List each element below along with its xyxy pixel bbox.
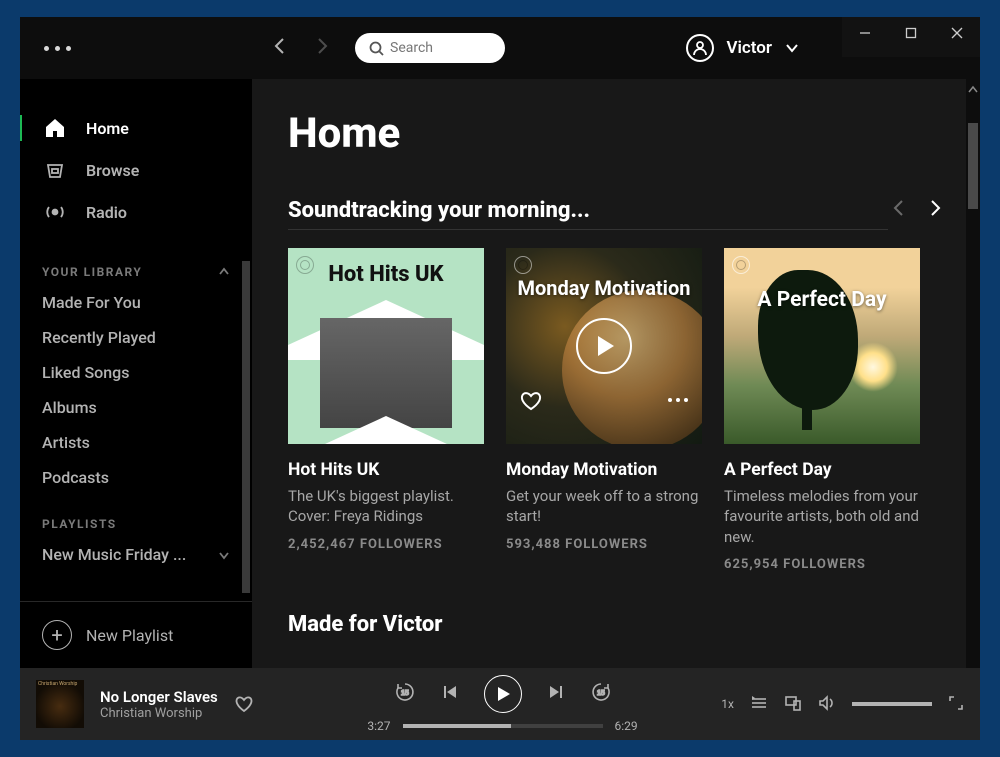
chevron-down-icon[interactable] xyxy=(218,549,230,561)
home-icon xyxy=(42,117,68,139)
sidebar-nav-home[interactable]: Home xyxy=(20,107,252,149)
progress-bar[interactable] xyxy=(403,724,603,728)
card-followers: 2,452,467 FOLLOWERS xyxy=(288,537,484,552)
card-title: Monday Motivation xyxy=(506,460,702,480)
top-bar: Search Victor xyxy=(20,17,980,79)
next-track-button[interactable] xyxy=(548,684,564,704)
user-name: Victor xyxy=(726,38,772,58)
now-playing-info: No Longer Slaves Christian Worship xyxy=(100,688,218,721)
main-scrollbar-track[interactable] xyxy=(966,79,980,668)
sidebar-nav-radio[interactable]: Radio xyxy=(20,191,252,233)
library-header: YOUR LIBRARY xyxy=(20,243,252,285)
section-header: Made for Victor xyxy=(288,612,944,637)
search-placeholder: Search xyxy=(390,40,433,56)
card-title: A Perfect Day xyxy=(724,460,920,480)
library-item-artists[interactable]: Artists xyxy=(20,425,252,460)
scroll-up-icon[interactable] xyxy=(968,85,978,95)
playlist-card[interactable]: A Perfect Day A Perfect Day Timeless mel… xyxy=(724,248,920,572)
sidebar-item-label: Browse xyxy=(86,161,139,180)
playlist-card[interactable]: Hot Hits UK Hot Hits UK The UK's biggest… xyxy=(288,248,484,572)
user-avatar-icon xyxy=(686,34,714,62)
history-nav xyxy=(271,37,331,59)
now-playing-art[interactable]: Christian Worship xyxy=(36,680,84,728)
card-description: Timeless melodies from your favourite ar… xyxy=(724,486,920,547)
nav-forward-button[interactable] xyxy=(313,37,331,59)
svg-text:15: 15 xyxy=(597,690,605,697)
nav-back-button[interactable] xyxy=(271,37,289,59)
search-input[interactable]: Search xyxy=(355,33,505,63)
playlist-cover: A Perfect Day xyxy=(724,248,920,444)
fullscreen-button[interactable] xyxy=(948,695,964,714)
divider xyxy=(288,229,888,230)
app-window: Search Victor Home xyxy=(20,17,980,740)
player-center: 15 15 3:27 6:29 xyxy=(300,675,706,733)
svg-text:15: 15 xyxy=(401,690,409,697)
play-button[interactable] xyxy=(576,318,632,374)
total-time: 6:29 xyxy=(615,719,638,733)
library-item-made-for-you[interactable]: Made For You xyxy=(20,285,252,320)
window-close-button[interactable] xyxy=(934,17,980,49)
card-row: Hot Hits UK Hot Hits UK The UK's biggest… xyxy=(288,248,944,572)
playlist-cover: Monday Motivation xyxy=(506,248,702,444)
spotify-icon xyxy=(514,256,532,274)
play-pause-button[interactable] xyxy=(484,675,522,713)
sidebar-scrollbar-thumb[interactable] xyxy=(242,261,250,593)
chevron-down-icon xyxy=(784,40,800,56)
playlist-item[interactable]: New Music Friday ... xyxy=(20,537,252,572)
heart-icon[interactable] xyxy=(520,390,542,412)
volume-slider[interactable] xyxy=(852,702,932,706)
window-controls xyxy=(842,17,980,57)
track-title[interactable]: No Longer Slaves xyxy=(100,688,218,706)
devices-button[interactable] xyxy=(784,694,802,715)
forward-15-button[interactable]: 15 xyxy=(590,681,612,707)
menu-dots-icon[interactable] xyxy=(44,46,71,51)
section-header: Soundtracking your morning... xyxy=(288,198,944,223)
library-item-liked-songs[interactable]: Liked Songs xyxy=(20,355,252,390)
playlist-cover: Hot Hits UK xyxy=(288,248,484,444)
chevron-up-icon[interactable] xyxy=(218,266,230,278)
card-title: Hot Hits UK xyxy=(288,460,484,480)
track-artist[interactable]: Christian Worship xyxy=(100,706,218,721)
playback-speed-button[interactable]: 1x xyxy=(721,697,734,711)
player-bar: Christian Worship No Longer Slaves Chris… xyxy=(20,668,980,740)
library-item-albums[interactable]: Albums xyxy=(20,390,252,425)
sidebar: Home Browse Radio YOUR LIBRARY Made Fo xyxy=(20,79,252,668)
carousel-next-button[interactable] xyxy=(926,198,944,223)
playlist-card[interactable]: Monday Motivation Monday Motivation Get … xyxy=(506,248,702,572)
plus-circle-icon: + xyxy=(42,620,72,650)
card-description: The UK's biggest playlist. Cover: Freya … xyxy=(288,486,484,527)
sidebar-item-label: Radio xyxy=(86,203,127,222)
main-content: Home Soundtracking your morning... xyxy=(252,79,980,668)
card-description: Get your week off to a strong start! xyxy=(506,486,702,527)
window-minimize-button[interactable] xyxy=(842,17,888,49)
card-followers: 625,954 FOLLOWERS xyxy=(724,557,920,572)
volume-button[interactable] xyxy=(818,694,836,715)
playlists-header: PLAYLISTS xyxy=(20,495,252,537)
carousel-prev-button[interactable] xyxy=(890,198,908,223)
sidebar-item-label: Home xyxy=(86,119,129,138)
spotify-icon xyxy=(732,256,750,274)
previous-track-button[interactable] xyxy=(442,684,458,704)
radio-icon xyxy=(42,201,68,223)
elapsed-time: 3:27 xyxy=(367,719,390,733)
library-item-podcasts[interactable]: Podcasts xyxy=(20,460,252,495)
window-maximize-button[interactable] xyxy=(888,17,934,49)
rewind-15-button[interactable]: 15 xyxy=(394,681,416,707)
queue-button[interactable] xyxy=(750,694,768,715)
player-right: 1x xyxy=(721,694,964,715)
main-scrollbar-thumb[interactable] xyxy=(968,123,978,209)
new-playlist-button[interactable]: + New Playlist xyxy=(20,601,252,668)
like-button[interactable] xyxy=(234,694,254,714)
browse-icon xyxy=(42,159,68,181)
card-followers: 593,488 FOLLOWERS xyxy=(506,537,702,552)
sidebar-nav-browse[interactable]: Browse xyxy=(20,149,252,191)
library-item-recently-played[interactable]: Recently Played xyxy=(20,320,252,355)
page-title: Home xyxy=(288,109,944,158)
